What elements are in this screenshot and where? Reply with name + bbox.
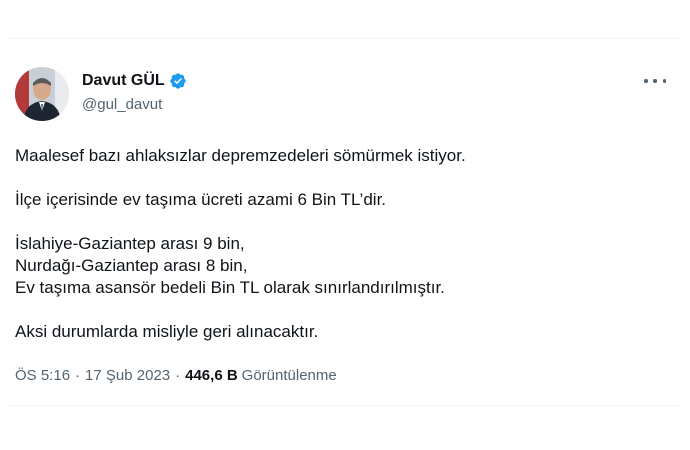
more-dot bbox=[653, 79, 657, 83]
meta-separator: · bbox=[75, 367, 81, 384]
tweet-line: Nurdağı-Gaziantep arası 8 bin, bbox=[15, 256, 248, 275]
views-count: 446,6 B bbox=[185, 367, 238, 384]
tweet-text: Maalesef bazı ahlaksızlar depremzedeleri… bbox=[15, 145, 655, 365]
tweet-paragraph: Maalesef bazı ahlaksızlar depremzedeleri… bbox=[15, 146, 466, 165]
views-label: Görüntülenme bbox=[241, 367, 337, 384]
tweet-meta: ÖS 5:16 · 17 Şub 2023 · 446,6 B Görüntül… bbox=[15, 367, 337, 384]
author-name-row: Davut GÜL bbox=[82, 71, 187, 91]
tweet-date[interactable]: 17 Şub 2023 bbox=[85, 367, 170, 384]
author-display-name[interactable]: Davut GÜL bbox=[82, 72, 165, 90]
more-dot bbox=[644, 79, 648, 83]
more-dot bbox=[662, 79, 666, 83]
tweet-line: Ev taşıma asansör bedeli Bin TL olarak s… bbox=[15, 278, 445, 297]
tweet-paragraph: İlçe içerisinde ev taşıma ücreti azami 6… bbox=[15, 190, 387, 209]
verified-badge-icon bbox=[169, 72, 187, 90]
tweet-time[interactable]: ÖS 5:16 bbox=[15, 367, 70, 384]
avatar[interactable] bbox=[15, 67, 69, 121]
more-options-icon[interactable] bbox=[644, 71, 666, 91]
author-handle[interactable]: @gul_davut bbox=[82, 96, 162, 113]
avatar-image bbox=[15, 67, 69, 121]
meta-separator: · bbox=[175, 367, 181, 384]
tweet-line: İslahiye-Gaziantep arası 9 bin, bbox=[15, 234, 245, 253]
tweet-paragraph: Aksi durumlarda misliyle geri alınacaktı… bbox=[15, 322, 319, 341]
tweet-card: Davut GÜL @gul_davut Maalesef bazı ahlak… bbox=[8, 38, 682, 406]
